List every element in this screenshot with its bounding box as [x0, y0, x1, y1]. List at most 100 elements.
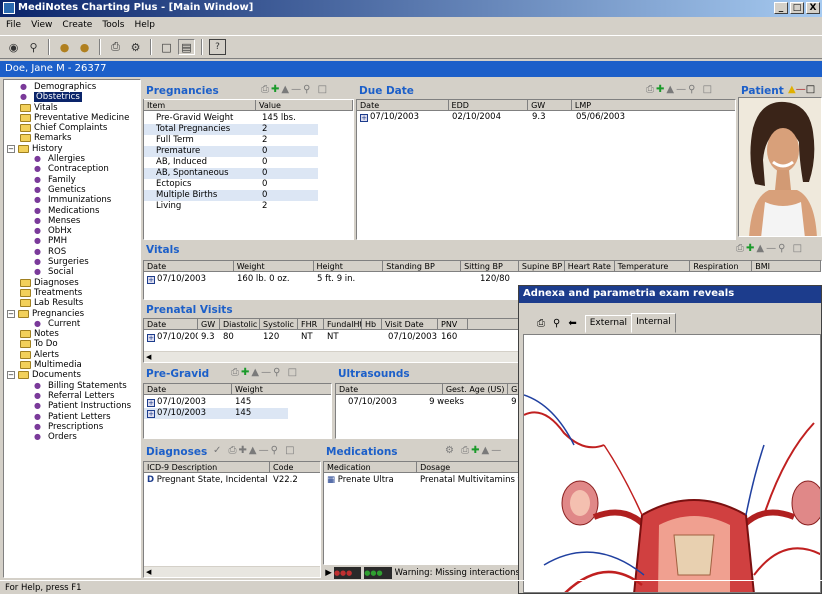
vitals-col-supine-bp[interactable]: Supine BP	[519, 261, 565, 271]
tree-item-pregnancies[interactable]: − Pregnancies	[4, 309, 140, 319]
horizontal-scrollbar[interactable]: ◀	[144, 351, 520, 362]
table-row[interactable]: Premature 0	[144, 146, 353, 157]
tree-item-contraception[interactable]: ● Contraception	[4, 164, 140, 174]
prenatal-col-hb[interactable]: Hb	[362, 319, 382, 329]
table-row[interactable]: +07/10/2003 145	[144, 408, 331, 419]
tree-item-obstetrics[interactable]: ● Obstetrics	[4, 92, 140, 103]
col-date[interactable]: Date	[336, 384, 443, 394]
menu-file[interactable]: File	[6, 20, 21, 31]
table-row[interactable]: D Pregnant State, Incidental V22.2	[144, 475, 320, 486]
tree-item-vitals[interactable]: Vitals	[4, 103, 140, 113]
tab-external[interactable]: External	[584, 315, 633, 333]
prenatal-col-fundalht[interactable]: FundalHt	[324, 319, 362, 329]
vitals-col-heart-rate[interactable]: Heart Rate	[565, 261, 615, 271]
table-row[interactable]: ▦ Prenate Ultra Prenatal Multivitamins ta…	[324, 475, 520, 486]
col-dosage[interactable]: Dosage	[417, 462, 520, 472]
col-medication[interactable]: Medication	[324, 462, 418, 472]
tree-item-obhx[interactable]: ● ObHx	[4, 226, 140, 236]
tree-item-medications[interactable]: ● Medications	[4, 206, 140, 216]
menu-create[interactable]: Create	[62, 20, 92, 31]
prenatal-col-pnv[interactable]: PNV	[438, 319, 468, 329]
tree-item-patient-letters[interactable]: ● Patient Letters	[4, 412, 140, 422]
col-lmp[interactable]: LMP	[572, 100, 735, 110]
menu-tools[interactable]: Tools	[102, 20, 124, 31]
tree-item-family[interactable]: ● Family	[4, 175, 140, 185]
tree-item-remarks[interactable]: Remarks	[4, 133, 140, 143]
tree-item-to-do[interactable]: To Do	[4, 339, 140, 349]
col-date[interactable]: Date	[357, 100, 449, 110]
tree-item-lab-results[interactable]: Lab Results	[4, 298, 140, 308]
tree-item-history[interactable]: − History	[4, 144, 140, 154]
table-row[interactable]: Multiple Births 0	[144, 190, 353, 201]
tree-item-notes[interactable]: Notes	[4, 329, 140, 339]
col-gw[interactable]: GW	[528, 100, 572, 110]
tree-item-documents[interactable]: − Documents	[4, 370, 140, 380]
zoom-icon[interactable]: ⚲	[553, 318, 560, 333]
prenatal-col-visit-date[interactable]: Visit Date	[382, 319, 438, 329]
col-edd[interactable]: EDD	[449, 100, 529, 110]
patient-search-icon[interactable]: ●	[76, 39, 93, 55]
col-value[interactable]: Value	[256, 100, 353, 110]
table-row[interactable]: AB, Induced 0	[144, 157, 353, 168]
binoculars-icon[interactable]: ◉	[5, 39, 22, 55]
table-row[interactable]: +07/10/2003 02/10/2004 9.3 05/06/2003	[357, 112, 735, 123]
table-row[interactable]: Pre-Gravid Weight 145 lbs.	[144, 113, 353, 124]
navigation-tree[interactable]: ● Demographics ● Obstetrics Vitals Preventati…	[3, 79, 141, 578]
col-gest-age[interactable]: Gest. Age (US)	[443, 384, 509, 394]
restore-button[interactable]: □	[790, 2, 804, 14]
tree-item-diagnoses[interactable]: Diagnoses	[4, 278, 140, 288]
tree-item-alerts[interactable]: Alerts	[4, 350, 140, 360]
tree-item-allergies[interactable]: ● Allergies	[4, 154, 140, 164]
vitals-col-standing-bp[interactable]: Standing BP	[383, 261, 462, 271]
print-icon[interactable]: ⎙	[537, 318, 545, 333]
table-row[interactable]: +07/10/2003 145	[144, 397, 331, 408]
tree-item-orders[interactable]: ● Orders	[4, 432, 140, 442]
prenatal-col-date[interactable]: Date	[144, 319, 198, 329]
collapse-icon[interactable]: −	[7, 309, 15, 318]
col-icd9[interactable]: ICD-9 Description	[144, 462, 270, 472]
panel-tools[interactable]: ⎙✚▲—⚲ □	[646, 84, 714, 95]
table-row[interactable]: Full Term 2	[144, 135, 353, 146]
tree-item-pmh[interactable]: ● PMH	[4, 236, 140, 246]
exam-popup-window[interactable]: Adnexa and parametria exam reveals ⎙ ⚲ ⬅…	[518, 285, 822, 594]
horizontal-scrollbar[interactable]: ◀	[144, 566, 320, 577]
collapse-icon[interactable]: −	[7, 144, 15, 153]
panel-tools[interactable]: ▲—□	[788, 84, 815, 95]
tree-item-ros[interactable]: ● ROS	[4, 247, 140, 257]
arrow-icon[interactable]: ▶	[323, 567, 334, 579]
tree-item-chief-complaints[interactable]: Chief Complaints	[4, 123, 140, 133]
tree-item-patient-instructions[interactable]: ● Patient Instructions	[4, 401, 140, 411]
col-item[interactable]: Item	[144, 100, 256, 110]
table-row[interactable]: Ectopics 0	[144, 179, 353, 190]
panel-tools[interactable]: ⎙✚▲—⚲ □	[261, 84, 329, 95]
panel-tools[interactable]: ⎙✚▲—⚲ □	[736, 243, 804, 254]
vitals-col-respiration[interactable]: Respiration	[690, 261, 753, 271]
table-row[interactable]: AB, Spontaneous 0	[144, 168, 353, 179]
back-arrow-icon[interactable]: ⬅	[568, 318, 576, 333]
tab-internal[interactable]: Internal	[631, 313, 676, 333]
vitals-col-date[interactable]: Date	[144, 261, 234, 271]
tree-item-preventative-medicine[interactable]: Preventative Medicine	[4, 113, 140, 123]
help-icon[interactable]: ?	[209, 39, 226, 55]
minimize-button[interactable]: _	[774, 2, 788, 14]
tree-item-surgeries[interactable]: ● Surgeries	[4, 257, 140, 267]
vitals-col-height[interactable]: Height	[314, 261, 384, 271]
tree-item-menses[interactable]: ● Menses	[4, 216, 140, 226]
col-date[interactable]: Date	[144, 384, 232, 394]
table-row[interactable]: Total Pregnancies 2	[144, 124, 353, 135]
close-button[interactable]: X	[806, 2, 820, 14]
tree-item-social[interactable]: ● Social	[4, 267, 140, 277]
table-row[interactable]: +07/10/2003 9.3 80 120 NT NT 07/10/2003 …	[144, 332, 520, 343]
tree-item-treatments[interactable]: Treatments	[4, 288, 140, 298]
table-row[interactable]: 07/10/2003 9 weeks 9	[336, 397, 520, 408]
tree-item-referral-letters[interactable]: ● Referral Letters	[4, 391, 140, 401]
tree-item-billing-statements[interactable]: ● Billing Statements	[4, 381, 140, 391]
tree-item-demographics[interactable]: ● Demographics	[4, 82, 140, 92]
expand-icon[interactable]: +	[147, 399, 155, 407]
patient-icon[interactable]: ●	[56, 39, 73, 55]
menu-help[interactable]: Help	[135, 20, 156, 31]
tree-item-prescriptions[interactable]: ● Prescriptions	[4, 422, 140, 432]
tree-icon[interactable]: ▤	[178, 39, 195, 55]
collapse-icon[interactable]: −	[7, 371, 15, 380]
menu-view[interactable]: View	[31, 20, 52, 31]
